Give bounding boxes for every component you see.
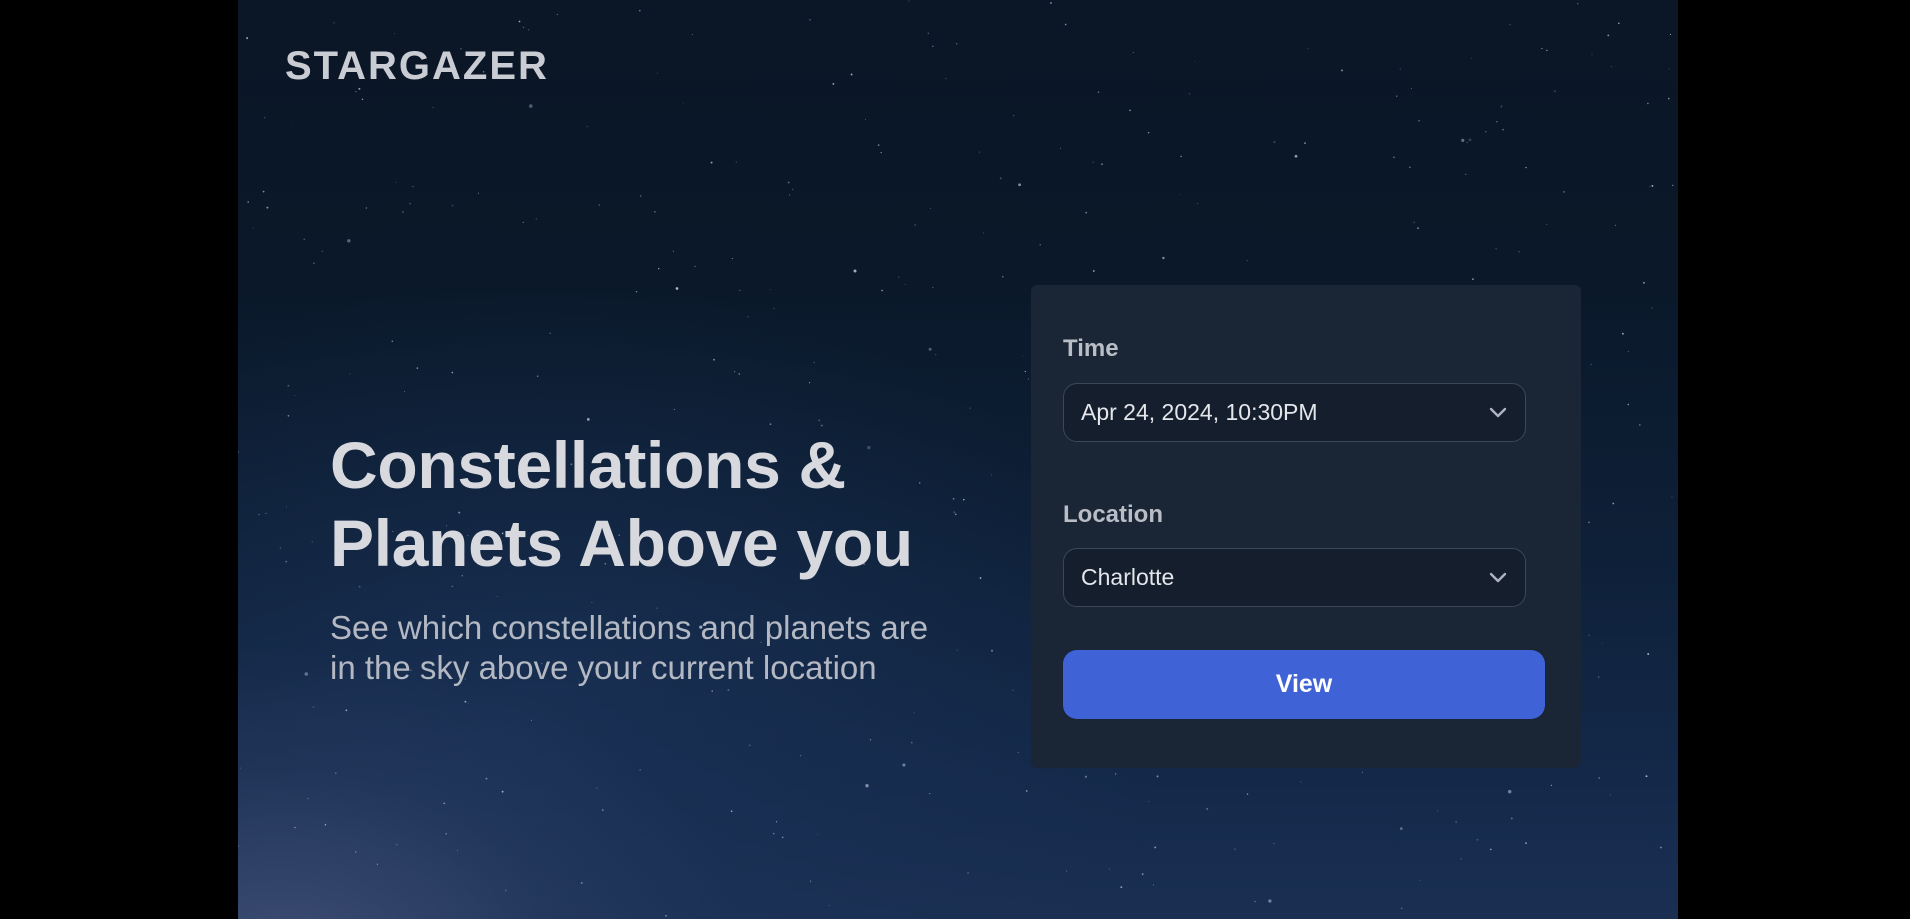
time-label: Time [1063, 335, 1119, 362]
letterbox-background: STARGAZER Constellations & Planets Above… [0, 0, 1910, 919]
chevron-down-icon [1488, 568, 1508, 588]
time-select-value: Apr 24, 2024, 10:30PM [1081, 399, 1318, 425]
app-page: STARGAZER Constellations & Planets Above… [238, 0, 1678, 919]
hero-subtitle-line-1: See which constellations and planets are [330, 609, 929, 646]
hero-title-line-1: Constellations & [330, 428, 846, 502]
hero-section: Constellations & Planets Above you See w… [330, 426, 990, 688]
brand-logo[interactable]: STARGAZER [285, 44, 549, 89]
view-button[interactable]: View [1063, 650, 1545, 719]
hero-subtitle: See which constellations and planets are… [330, 608, 990, 688]
time-select[interactable]: Apr 24, 2024, 10:30PM [1063, 383, 1526, 442]
location-select-value: Charlotte [1081, 564, 1175, 590]
hero-title-line-2: Planets Above you [330, 506, 913, 580]
chevron-down-icon [1488, 403, 1508, 423]
search-panel: Time Apr 24, 2024, 10:30PM Location Char… [1031, 285, 1581, 768]
location-select[interactable]: Charlotte [1063, 548, 1526, 607]
location-label: Location [1063, 501, 1163, 528]
hero-title: Constellations & Planets Above you [330, 426, 990, 582]
hero-subtitle-line-2: in the sky above your current location [330, 649, 877, 686]
